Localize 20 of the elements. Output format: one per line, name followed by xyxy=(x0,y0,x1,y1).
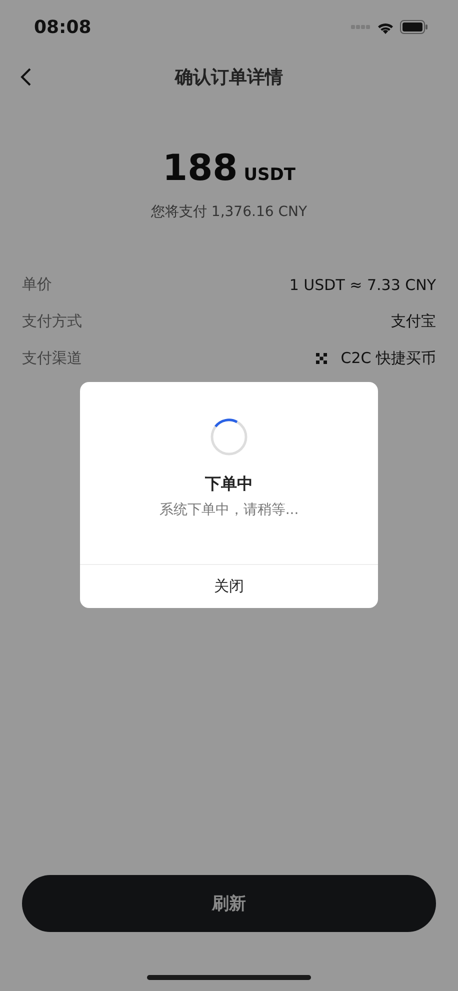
status-time: 08:08 xyxy=(34,16,92,38)
dialog-title: 下单中 xyxy=(205,474,253,495)
detail-value: 1 USDT ≈ 7.33 CNY xyxy=(289,276,436,294)
detail-label: 支付渠道 xyxy=(22,349,82,368)
page-title: 确认订单详情 xyxy=(175,66,283,89)
wifi-icon xyxy=(377,20,394,34)
close-button[interactable]: 关闭 xyxy=(80,564,378,608)
detail-label: 支付方式 xyxy=(22,312,82,331)
detail-value: C2C 快捷买币 xyxy=(340,349,436,368)
grid-icon xyxy=(316,353,327,364)
detail-value: 支付宝 xyxy=(391,312,436,331)
loading-spinner-icon xyxy=(210,418,248,456)
dialog-message: 系统下单中，请稍等... xyxy=(159,501,299,519)
refresh-button[interactable]: 刷新 xyxy=(22,875,436,932)
amount-unit: USDT xyxy=(244,165,296,185)
back-icon[interactable] xyxy=(20,67,32,87)
amount-value: 188 xyxy=(162,148,238,189)
battery-icon xyxy=(400,20,428,34)
detail-label: 单价 xyxy=(22,275,52,294)
payment-total: 您将支付 1,376.16 CNY xyxy=(150,204,308,220)
